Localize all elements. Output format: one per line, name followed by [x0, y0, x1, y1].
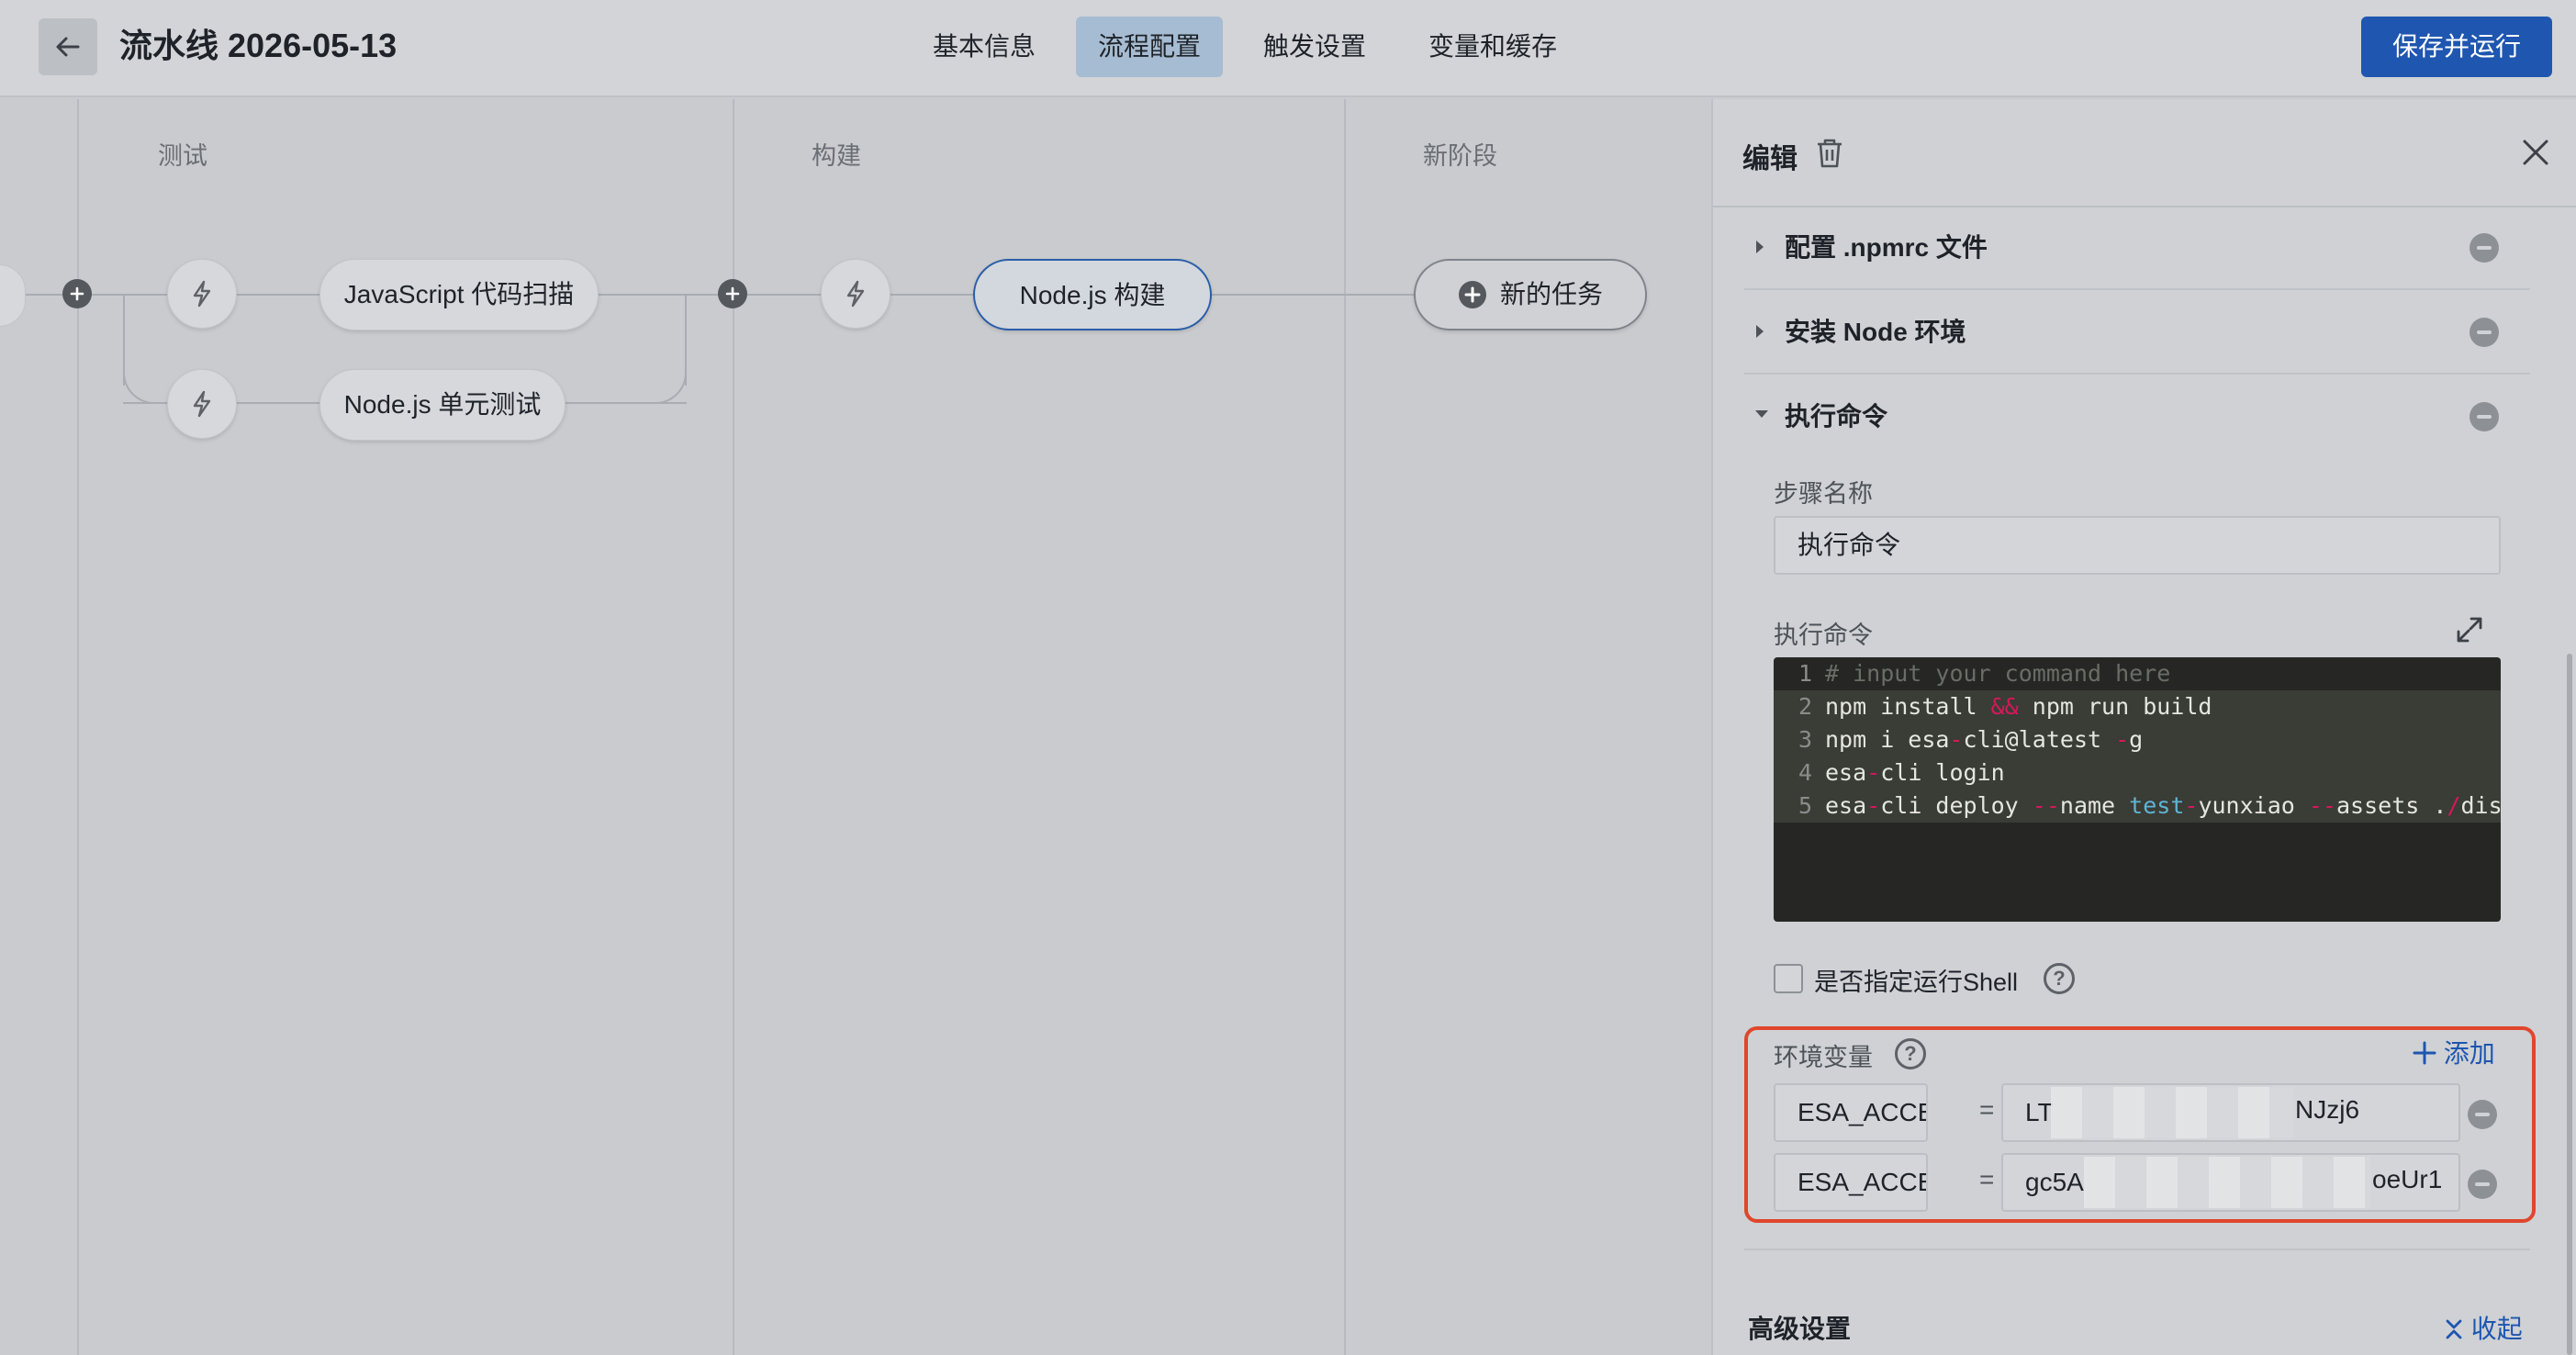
tab-variables-cache[interactable]: 变量和缓存: [1406, 17, 1579, 77]
plus-circle-icon: [1458, 281, 1486, 308]
add-env-var-label: 添加: [2443, 1039, 2495, 1068]
lightning-icon: [193, 280, 211, 308]
remove-step-icon[interactable]: [2470, 233, 2499, 263]
line-number: 2: [1798, 693, 1812, 720]
top-header: 流水线 2026-05-13 基本信息 流程配置 触发设置 变量和缓存 保存并运…: [0, 0, 2576, 97]
job-nodejs-unit-test[interactable]: Node.js 单元测试: [319, 369, 566, 441]
code-line: 5 esa-cli deploy --name test-yunxiao --a…: [1774, 789, 2501, 823]
line-number: 3: [1798, 726, 1812, 753]
plus-icon: [2413, 1041, 2436, 1065]
remove-step-icon[interactable]: [2470, 402, 2499, 431]
env-value-start: LT: [2025, 1098, 2054, 1126]
close-icon: [2523, 140, 2548, 165]
stage-title-test: 测试: [158, 142, 207, 170]
caret-down-icon: [1755, 410, 1768, 418]
trash-icon: [1818, 139, 1842, 168]
shell-checkbox[interactable]: [1774, 964, 1803, 993]
step-name-input[interactable]: 执行命令: [1774, 516, 2501, 575]
code-text: esa-cli deploy --name test-yunxiao --ass…: [1825, 792, 2501, 819]
section-run-command[interactable]: 执行命令: [1744, 375, 2530, 459]
page-title: 流水线 2026-05-13: [119, 27, 398, 64]
job-nodejs-build[interactable]: Node.js 构建: [973, 259, 1212, 330]
redacted-value: [2051, 1087, 2293, 1138]
lightning-icon: [846, 280, 865, 308]
add-env-var-button[interactable]: 添加: [2413, 1034, 2495, 1070]
add-stage-icon[interactable]: [62, 279, 92, 308]
tab-flow-config[interactable]: 流程配置: [1076, 17, 1224, 77]
flow-curve: [123, 365, 160, 404]
line-number: 4: [1798, 759, 1812, 786]
collapse-label: 收起: [2470, 1315, 2523, 1343]
env-key-input[interactable]: ESA_ACCESS: [1774, 1153, 1928, 1212]
section-node-env[interactable]: 安装 Node 环境: [1744, 290, 2530, 375]
step-name-label: 步骤名称: [1774, 480, 1873, 508]
new-job-label: 新的任务: [1499, 280, 1603, 308]
stage-title-new: 新阶段: [1423, 142, 1497, 170]
code-line: 4 esa-cli login: [1774, 756, 2501, 789]
section-label: 安装 Node 环境: [1785, 318, 1966, 346]
code-line: 1 # input your command here: [1774, 657, 2501, 690]
job-js-code-scan[interactable]: JavaScript 代码扫描: [319, 259, 599, 330]
collapse-icon: [2446, 1319, 2462, 1339]
panel-scrollbar[interactable]: [2567, 654, 2572, 1355]
tab-basic-info[interactable]: 基本信息: [911, 17, 1058, 77]
add-stage-icon[interactable]: [718, 279, 747, 308]
caret-right-icon: [1756, 325, 1764, 338]
back-button[interactable]: [39, 18, 97, 75]
env-key-input[interactable]: ESA_ACCESS: [1774, 1083, 1928, 1142]
code-text: npm install && npm run build: [1825, 693, 2212, 720]
panel-header: 编辑: [1713, 99, 2576, 207]
tab-trigger-settings[interactable]: 触发设置: [1241, 17, 1388, 77]
new-job-button[interactable]: 新的任务: [1414, 259, 1647, 330]
help-icon[interactable]: ?: [1895, 1038, 1926, 1069]
expand-icon: [2457, 617, 2482, 643]
remove-env-var-icon[interactable]: [2468, 1100, 2497, 1129]
expand-editor-button[interactable]: [2455, 615, 2484, 649]
flow-curve: [650, 365, 687, 404]
env-vars-label: 环境变量: [1774, 1044, 1873, 1071]
lightning-icon: [193, 390, 211, 418]
env-value-start: gc5A: [2025, 1168, 2084, 1196]
panel-title: 编辑: [1742, 144, 1798, 174]
caret-right-icon: [1756, 241, 1764, 253]
stage-divider: [1344, 99, 1346, 1355]
env-value-end: oeUr1: [2372, 1165, 2443, 1193]
shell-checkbox-label: 是否指定运行Shell: [1814, 969, 2019, 996]
code-line: 2 npm install && npm run build: [1774, 690, 2501, 723]
line-number: 5: [1798, 792, 1812, 819]
section-label: 执行命令: [1785, 402, 1888, 431]
code-line: 3 npm i esa-cli@latest -g: [1774, 723, 2501, 756]
advanced-settings-label: 高级设置: [1748, 1315, 1852, 1343]
code-text: esa-cli login: [1825, 759, 2005, 786]
previous-node[interactable]: [0, 264, 26, 327]
trigger-node[interactable]: [821, 259, 890, 329]
command-editor[interactable]: 1 # input your command here 2 npm instal…: [1774, 657, 2501, 922]
help-icon[interactable]: ?: [2044, 963, 2075, 994]
code-text: npm i esa-cli@latest -g: [1825, 726, 2144, 753]
redacted-value: [2084, 1157, 2370, 1208]
section-label: 配置 .npmrc 文件: [1785, 233, 1988, 262]
env-value-end: NJzj6: [2295, 1095, 2360, 1124]
equals-sign: =: [1979, 1095, 1995, 1124]
section-npmrc[interactable]: 配置 .npmrc 文件: [1744, 206, 2530, 290]
command-label: 执行命令: [1774, 622, 1873, 649]
stage-title-build: 构建: [812, 142, 861, 170]
equals-sign: =: [1979, 1165, 1995, 1193]
remove-env-var-icon[interactable]: [2468, 1170, 2497, 1199]
remove-step-icon[interactable]: [2470, 318, 2499, 347]
trigger-node[interactable]: [167, 259, 237, 329]
divider: [1744, 1249, 2530, 1250]
trigger-node[interactable]: [167, 369, 237, 439]
delete-button[interactable]: [1814, 138, 1845, 174]
close-button[interactable]: [2521, 138, 2550, 172]
pipeline-canvas: 测试 构建 新阶段 JavaScript 代码扫描 Node.js 单元测试 N…: [0, 99, 1711, 1355]
collapse-button[interactable]: 收起: [2444, 1309, 2523, 1346]
tab-bar: 基本信息 流程配置 触发设置 变量和缓存: [911, 17, 1579, 77]
line-number: 1: [1798, 660, 1812, 687]
arrow-left-icon: [56, 37, 80, 57]
plus-icon: [70, 286, 84, 301]
plus-icon: [725, 286, 740, 301]
code-text: # input your command here: [1825, 660, 2171, 687]
save-and-run-button[interactable]: 保存并运行: [2361, 17, 2552, 77]
